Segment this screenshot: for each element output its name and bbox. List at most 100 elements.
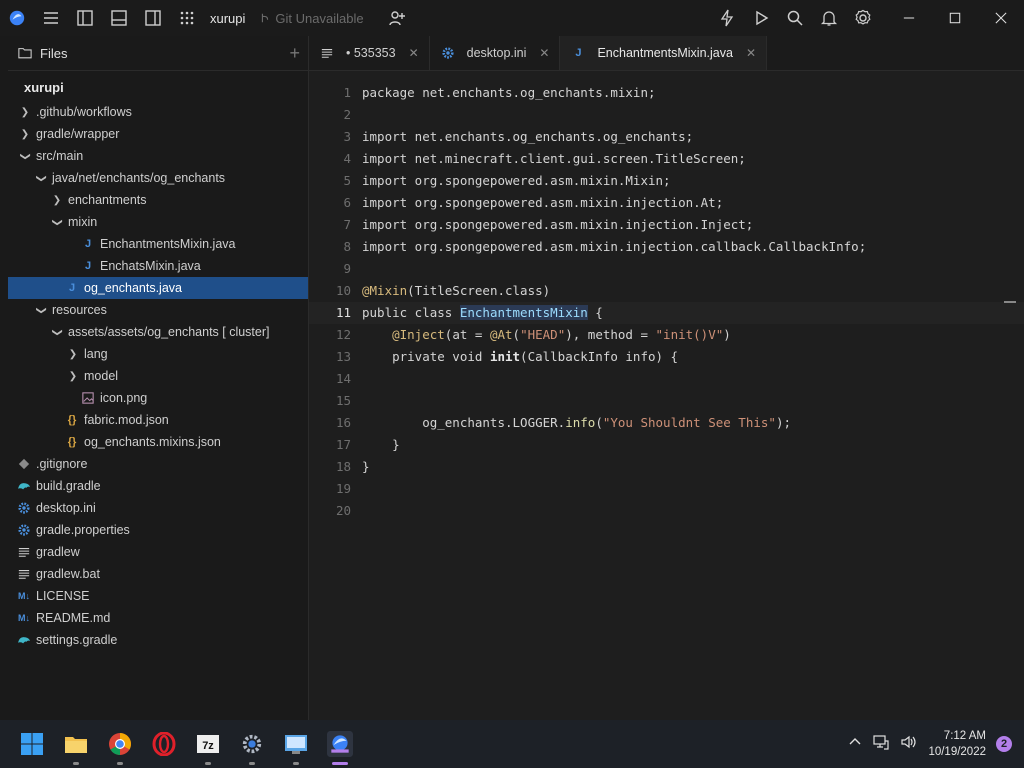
- code-line[interactable]: 13 private void init(CallbackInfo info) …: [309, 346, 1024, 368]
- run-icon[interactable]: [744, 0, 778, 36]
- tree-item[interactable]: settings.gradle: [8, 629, 308, 651]
- code-line[interactable]: 17 }: [309, 434, 1024, 456]
- tree-item[interactable]: Jog_enchants.java: [8, 277, 308, 299]
- taskbar-control-panel[interactable]: [274, 720, 318, 768]
- tree-item[interactable]: M↓ README.md: [8, 607, 308, 629]
- toggle-panel-icon[interactable]: [102, 0, 136, 36]
- tree-item[interactable]: ❯ mixin: [8, 211, 308, 233]
- chevron-right-icon[interactable]: ❯: [18, 107, 32, 118]
- git-status[interactable]: Git Unavailable: [259, 11, 364, 26]
- tree-item[interactable]: {} og_enchants.mixins.json: [8, 431, 308, 453]
- tab-close-icon[interactable]: ✕: [746, 46, 756, 60]
- code-line[interactable]: 7 import org.spongepowered.asm.mixin.inje…: [309, 214, 1024, 236]
- tree-item[interactable]: desktop.ini: [8, 497, 308, 519]
- tree-item[interactable]: gradle.properties: [8, 519, 308, 541]
- maximize-button[interactable]: [932, 0, 978, 36]
- notification-badge[interactable]: 2: [996, 736, 1012, 752]
- code-line[interactable]: 15: [309, 390, 1024, 412]
- tree-item[interactable]: ❯ gradle/wrapper: [8, 123, 308, 145]
- code-token: (CallbackInfo info) {: [520, 349, 679, 364]
- apps-grid-icon[interactable]: [170, 0, 204, 36]
- code-line[interactable]: 2: [309, 104, 1024, 126]
- code-line[interactable]: 11 public class EnchantmentsMixin {: [309, 302, 1024, 324]
- editor-tab[interactable]: desktop.ini ✕: [430, 36, 561, 70]
- chevron-right-icon[interactable]: ❯: [18, 129, 32, 140]
- code-line[interactable]: 8 import org.spongepowered.asm.mixin.inje…: [309, 236, 1024, 258]
- tree-item[interactable]: ❯ lang: [8, 343, 308, 365]
- menu-icon[interactable]: [34, 0, 68, 36]
- chevron-right-icon[interactable]: ❯: [66, 371, 80, 382]
- tree-item[interactable]: gradlew: [8, 541, 308, 563]
- code-line[interactable]: 6 import org.spongepowered.asm.mixin.inje…: [309, 192, 1024, 214]
- tree-item[interactable]: .gitignore: [8, 453, 308, 475]
- close-button[interactable]: [978, 0, 1024, 36]
- chevron-down-icon[interactable]: ❯: [36, 171, 47, 185]
- code-token: "HEAD": [520, 327, 566, 342]
- toggle-sidebar-icon[interactable]: [68, 0, 102, 36]
- code-line[interactable]: 4 import net.minecraft.client.gui.screen.…: [309, 148, 1024, 170]
- tree-item[interactable]: icon.png: [8, 387, 308, 409]
- taskbar-code-editor[interactable]: [318, 720, 362, 768]
- code-line[interactable]: 16 og_enchants.LOGGER.info("You Shouldnt…: [309, 412, 1024, 434]
- project-name[interactable]: xurupi: [210, 11, 245, 26]
- minimize-button[interactable]: [886, 0, 932, 36]
- new-file-plus-icon[interactable]: +: [289, 43, 300, 64]
- taskbar-settings[interactable]: [230, 720, 274, 768]
- tree-item[interactable]: ❯ resources: [8, 299, 308, 321]
- clock-date: 10/19/2022: [928, 746, 986, 758]
- tree-item[interactable]: M↓ LICENSE: [8, 585, 308, 607]
- toggle-right-panel-icon[interactable]: [136, 0, 170, 36]
- code-line[interactable]: 14: [309, 368, 1024, 390]
- network-icon[interactable]: [872, 733, 890, 756]
- chevron-right-icon[interactable]: ❯: [50, 195, 64, 206]
- code-token: );: [775, 415, 791, 430]
- bell-icon[interactable]: [812, 0, 846, 36]
- code-line[interactable]: 12 @Inject(at = @At("HEAD"), method = "i…: [309, 324, 1024, 346]
- chevron-down-icon[interactable]: ❯: [20, 149, 31, 163]
- tab-close-icon[interactable]: ✕: [539, 46, 549, 60]
- code-view[interactable]: 1 package net.enchants.og_enchants.mixin;…: [309, 82, 1024, 522]
- tree-item[interactable]: ❯ assets/assets/og_enchants [ cluster]: [8, 321, 308, 343]
- code-line[interactable]: 10 @Mixin(TitleScreen.class): [309, 280, 1024, 302]
- taskbar-file-explorer[interactable]: [54, 720, 98, 768]
- taskbar-7zip[interactable]: 7z: [186, 720, 230, 768]
- tab-close-icon[interactable]: ✕: [409, 46, 419, 60]
- code-token: (: [595, 415, 603, 430]
- tree-item[interactable]: ❯ src/main: [8, 145, 308, 167]
- tree-item[interactable]: ❯ java/net/enchants/og_enchants: [8, 167, 308, 189]
- code-line[interactable]: 9: [309, 258, 1024, 280]
- tree-item[interactable]: ❯ model: [8, 365, 308, 387]
- editor-tab[interactable]: • 535353 ✕: [309, 36, 430, 70]
- tree-root[interactable]: xurupi: [8, 75, 308, 101]
- editor-tab[interactable]: J EnchantmentsMixin.java ✕: [560, 36, 767, 70]
- search-icon[interactable]: [778, 0, 812, 36]
- code-text: @Inject(at = @At("HEAD"), method = "init…: [362, 324, 731, 346]
- gear-icon[interactable]: [846, 0, 880, 36]
- app-logo-icon[interactable]: [0, 0, 34, 36]
- code-line[interactable]: 18}: [309, 456, 1024, 478]
- chevron-up-icon[interactable]: [848, 735, 862, 754]
- chevron-down-icon[interactable]: ❯: [36, 303, 47, 317]
- code-line[interactable]: 5 import org.spongepowered.asm.mixin.Mixi…: [309, 170, 1024, 192]
- tree-item[interactable]: ❯ .github/workflows: [8, 101, 308, 123]
- code-line[interactable]: 19: [309, 478, 1024, 500]
- tree-item[interactable]: build.gradle: [8, 475, 308, 497]
- chevron-right-icon[interactable]: ❯: [66, 349, 80, 360]
- chevron-down-icon[interactable]: ❯: [52, 215, 63, 229]
- tree-item[interactable]: J EnchantmentsMixin.java: [8, 233, 308, 255]
- start-button[interactable]: [10, 720, 54, 768]
- taskbar-opera[interactable]: [142, 720, 186, 768]
- code-line[interactable]: 20: [309, 500, 1024, 522]
- volume-icon[interactable]: [900, 733, 918, 756]
- add-user-icon[interactable]: [380, 0, 414, 36]
- code-line[interactable]: 3 import net.enchants.og_enchants.og_ench…: [309, 126, 1024, 148]
- lightning-icon[interactable]: [710, 0, 744, 36]
- tree-item[interactable]: gradlew.bat: [8, 563, 308, 585]
- code-line[interactable]: 1 package net.enchants.og_enchants.mixin;: [309, 82, 1024, 104]
- tree-item[interactable]: {} fabric.mod.json: [8, 409, 308, 431]
- tree-item[interactable]: J EnchatsMixin.java: [8, 255, 308, 277]
- taskbar-chrome[interactable]: [98, 720, 142, 768]
- clock[interactable]: 7:12 AM 10/19/2022: [928, 728, 986, 760]
- tree-item[interactable]: ❯ enchantments: [8, 189, 308, 211]
- chevron-down-icon[interactable]: ❯: [52, 325, 63, 339]
